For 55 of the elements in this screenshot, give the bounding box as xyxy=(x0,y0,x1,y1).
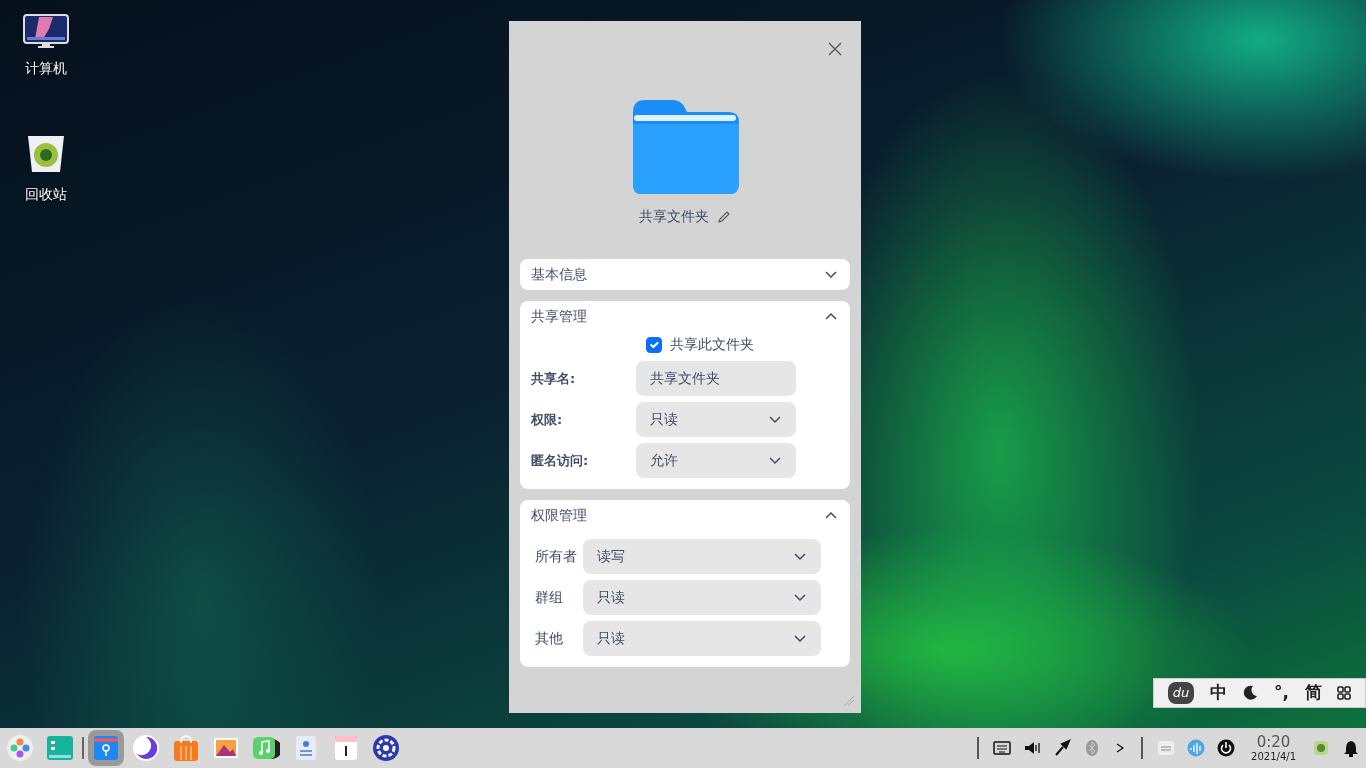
resize-grip-icon[interactable] xyxy=(843,695,855,707)
field-label: 权限: xyxy=(531,410,564,429)
keyboard-icon[interactable] xyxy=(993,739,1012,757)
chevron-down-icon xyxy=(768,413,782,426)
ime-mode[interactable]: 中 xyxy=(1209,680,1227,706)
folder-app-icon xyxy=(92,734,120,762)
notification-bell-icon[interactable] xyxy=(1342,739,1360,757)
moon-icon[interactable] xyxy=(1242,685,1259,701)
section-title: 共享管理 xyxy=(531,307,587,326)
music-note-icon xyxy=(252,734,280,762)
dropdown[interactable]: 只读 xyxy=(583,580,821,615)
close-icon xyxy=(828,42,842,56)
ime-script[interactable]: 简 xyxy=(1304,680,1322,706)
share-name-field[interactable]: 共享文件夹 xyxy=(636,361,796,396)
expand-chevron-icon[interactable] xyxy=(824,268,838,281)
ime-punctuation[interactable]: °, xyxy=(1274,680,1289,706)
dropdown[interactable]: 允许 xyxy=(636,443,796,478)
volume-icon[interactable] xyxy=(1023,739,1042,757)
dropdown[interactable]: 只读 xyxy=(636,402,796,437)
grid-icon[interactable] xyxy=(1337,686,1352,700)
field-label: 共享名: xyxy=(531,369,577,388)
shopping-bag-icon xyxy=(172,734,200,762)
field-label: 匿名访问: xyxy=(531,451,590,470)
clock-date: 2021/4/1 xyxy=(1251,751,1296,762)
dropdown[interactable]: 只读 xyxy=(583,621,821,656)
field-label: 所有者 xyxy=(535,547,578,566)
chevron-down-icon xyxy=(793,550,807,563)
checkbox-label: 共享此文件夹 xyxy=(670,335,754,354)
section-title: 基本信息 xyxy=(531,265,587,284)
section-header[interactable]: 共享管理 xyxy=(520,301,850,332)
ime-logo[interactable]: du xyxy=(1167,682,1195,704)
desktop-icon-label[interactable]: 回收站 xyxy=(25,184,67,205)
chevron-down-icon xyxy=(793,632,807,645)
section-header[interactable]: 权限管理 xyxy=(520,500,850,531)
field-label: 群组 xyxy=(535,588,564,607)
section-header[interactable]: 基本信息 xyxy=(520,259,850,290)
calendar-icon xyxy=(332,734,360,762)
folder-name: 共享文件夹 xyxy=(639,207,709,226)
field-label: 其他 xyxy=(535,629,564,648)
browser-icon xyxy=(132,734,160,762)
clock[interactable]: 0:20 2021/4/1 xyxy=(1251,734,1296,762)
desktop-icon-label[interactable]: 计算机 xyxy=(25,58,67,79)
clock-time: 0:20 xyxy=(1256,734,1291,750)
share-checkbox[interactable] xyxy=(646,336,662,353)
chevron-down-icon xyxy=(793,591,807,604)
dropdown[interactable]: 读写 xyxy=(583,539,821,574)
section-title: 权限管理 xyxy=(531,506,587,525)
computer-icon[interactable] xyxy=(23,14,69,48)
pen-icon[interactable] xyxy=(1053,739,1072,757)
window-list-icon xyxy=(46,734,74,762)
launcher-icon xyxy=(6,734,34,762)
power-icon[interactable] xyxy=(1217,739,1236,757)
chevron-down-icon xyxy=(768,454,782,467)
gear-icon xyxy=(372,734,400,762)
pencil-icon[interactable] xyxy=(717,209,731,224)
